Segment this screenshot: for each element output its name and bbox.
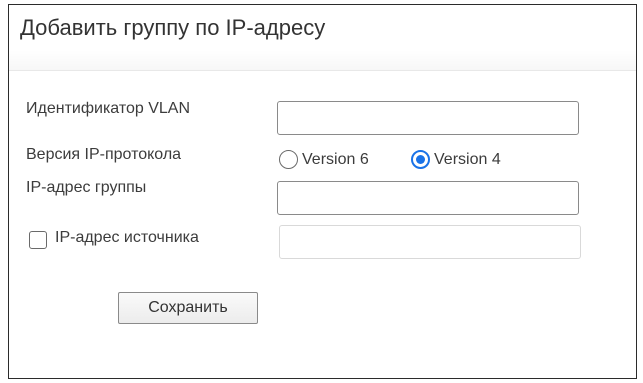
source-ip-label: IP-адрес источника	[55, 229, 199, 246]
ip-version-label: Версия IP-протокола	[26, 146, 182, 163]
source-ip-input[interactable]	[279, 225, 581, 259]
radio-version-4-label: Version 4	[434, 150, 501, 168]
vlan-label: Идентификатор VLAN	[26, 100, 191, 117]
radio-version-4-circle[interactable]	[411, 150, 430, 169]
group-ip-input[interactable]	[277, 181, 579, 215]
radio-version-4[interactable]: Version 4	[411, 150, 501, 169]
group-ip-label: IP-адрес группы	[26, 179, 147, 196]
radio-version-6-circle[interactable]	[279, 150, 298, 169]
dialog-header: Добавить группу по IP-адресу	[9, 5, 636, 71]
source-ip-checkbox[interactable]	[29, 231, 47, 249]
vlan-id-input[interactable]	[277, 101, 579, 135]
radio-version-6-label: Version 6	[302, 150, 369, 168]
add-group-dialog: Добавить группу по IP-адресу Идентификат…	[8, 4, 637, 379]
radio-version-6[interactable]: Version 6	[279, 150, 369, 169]
save-button[interactable]: Сохранить	[118, 292, 258, 324]
dialog-title: Добавить группу по IP-адресу	[20, 15, 326, 40]
